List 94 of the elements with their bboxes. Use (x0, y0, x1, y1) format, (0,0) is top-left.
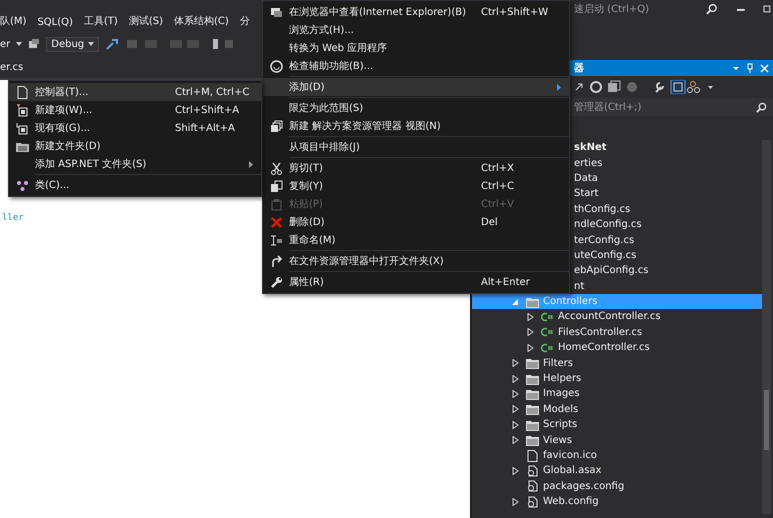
menu-item[interactable]: 浏览方式(H)... (263, 21, 569, 39)
menu-item[interactable]: 从项目中排除(J) (263, 138, 569, 156)
expand-arrow-icon[interactable] (512, 374, 519, 383)
tree-item[interactable]: favicon.ico (543, 450, 597, 461)
rename-icon (270, 234, 282, 246)
panel-title: 器 (574, 62, 584, 75)
restore-icon[interactable] (763, 3, 773, 13)
menu-item[interactable]: 转换为 Web 应用程序 (263, 39, 569, 57)
tree-item[interactable]: Filters (543, 358, 573, 369)
menu-item[interactable]: 检查辅助功能(B)... (263, 57, 569, 75)
menu-item[interactable]: 属性(R) Alt+Enter (263, 273, 569, 291)
file-icon (526, 450, 539, 462)
menu-item[interactable]: 新建文件夹(D) (9, 137, 261, 155)
existing-item-icon (16, 122, 28, 134)
menu-item[interactable]: 添加 ASP.NET 文件夹(S) (9, 155, 261, 173)
tree-item[interactable]: Scripts (543, 419, 578, 430)
configuration-dropdown[interactable]: Debug (46, 36, 100, 52)
cut-icon (270, 162, 282, 174)
expand-arrow-icon[interactable] (512, 466, 519, 475)
menu-bar-item[interactable]: 测试(S) (128, 14, 163, 28)
folder-icon (526, 296, 539, 308)
collapse-arrow-icon[interactable] (512, 298, 519, 306)
expand-arrow-icon[interactable] (527, 312, 534, 321)
menu-bar-item[interactable]: 分 (240, 14, 250, 28)
close-icon[interactable] (760, 64, 769, 72)
caret-icon (88, 42, 94, 46)
config-file-icon (526, 464, 539, 477)
expand-arrow-icon[interactable] (527, 328, 534, 336)
class-icon (16, 178, 28, 192)
folder-icon (526, 372, 539, 385)
scrollbar-thumb[interactable] (764, 390, 769, 450)
expand-arrow-icon[interactable] (512, 420, 519, 429)
config-file-icon (526, 496, 539, 508)
expand-arrow-icon[interactable] (512, 390, 519, 398)
expand-arrow-icon[interactable] (512, 405, 519, 414)
tree-item[interactable]: Images (543, 388, 580, 400)
menu-item[interactable]: 在文件资源管理器中打开文件夹(X) (263, 252, 569, 270)
csharp-file-icon (541, 342, 554, 354)
csharp-file-icon (541, 310, 554, 323)
folder-icon (526, 403, 539, 416)
menu-item[interactable]: 剪切(T) Ctrl+X (263, 159, 569, 177)
scrollbar[interactable] (762, 140, 771, 514)
folder-icon (526, 388, 539, 400)
expand-arrow-icon[interactable] (512, 498, 519, 506)
menu-item[interactable]: 重命名(M) (263, 231, 569, 249)
window-icon (270, 6, 282, 18)
expand-arrow-icon[interactable] (527, 344, 534, 352)
platform-dropdown[interactable]: er (0, 38, 10, 50)
quick-launch-field[interactable]: 速启动 (Ctrl+Q) (574, 2, 688, 16)
tree-item[interactable]: FilesController.cs (558, 326, 642, 338)
tree-item[interactable]: Global.asax (543, 465, 602, 476)
menu-item[interactable]: 删除(D) Del (263, 213, 569, 231)
menu-bar-item[interactable]: 体系结构(C) (174, 14, 229, 28)
dropdown-caret-icon[interactable] (732, 64, 740, 72)
menu-bar-item[interactable]: 工具(T) (84, 14, 118, 28)
copy-icon (270, 180, 282, 192)
search-icon[interactable] (706, 3, 718, 15)
file-icon (16, 86, 28, 98)
menu-item[interactable]: 控制器(T)... Ctrl+M, Ctrl+C (9, 83, 261, 101)
menu-item[interactable]: 新建 解决方案资源管理器 视图(N) (263, 117, 569, 135)
code-line: ller (1, 213, 24, 223)
folder-icon (526, 418, 539, 431)
windows-icon (270, 120, 282, 132)
menu-item[interactable]: 类(C)... (9, 176, 261, 194)
menu-bar-item[interactable]: 队(M) (0, 14, 26, 28)
menu-item[interactable]: 在浏览器中查看(Internet Explorer)(B) Ctrl+Shift+W (263, 3, 569, 21)
tree-item[interactable]: Helpers (543, 373, 582, 384)
menu-item[interactable]: 添加(D) (263, 78, 569, 96)
menu-bar-item[interactable]: SQL(Q) (37, 17, 73, 28)
menu-item[interactable]: 新建项(W)... Ctrl+Shift+A (9, 101, 261, 119)
delete-icon (270, 216, 282, 228)
expand-arrow-icon[interactable] (512, 359, 519, 368)
config-file-icon (526, 480, 539, 492)
folder-icon (526, 434, 539, 446)
tree-item[interactable]: AccountController.cs (558, 311, 661, 322)
tree-item[interactable]: Web.config (543, 496, 599, 508)
pin-icon[interactable] (746, 63, 754, 73)
caret-icon[interactable] (16, 42, 22, 46)
paste-icon (270, 198, 282, 210)
menu-item[interactable]: 复制(Y) Ctrl+C (263, 177, 569, 195)
document-tab[interactable]: er.cs (0, 62, 24, 72)
tree-item[interactable]: HomeController.cs (558, 342, 650, 354)
wrench-icon (270, 276, 282, 288)
tree-item[interactable]: packages.config (543, 480, 624, 492)
csharp-file-icon (541, 326, 554, 338)
redo-arrow-icon (270, 254, 282, 268)
expand-arrow-icon[interactable] (512, 436, 519, 444)
tree-item[interactable]: Views (543, 434, 572, 446)
search-icon (756, 102, 767, 112)
accessibility-icon (270, 60, 282, 72)
new-item-icon (16, 104, 28, 116)
tree-item[interactable]: Models (543, 404, 578, 415)
folder-icon (526, 357, 539, 370)
menu-item[interactable]: 现有项(G)... Shift+Alt+A (9, 119, 261, 137)
